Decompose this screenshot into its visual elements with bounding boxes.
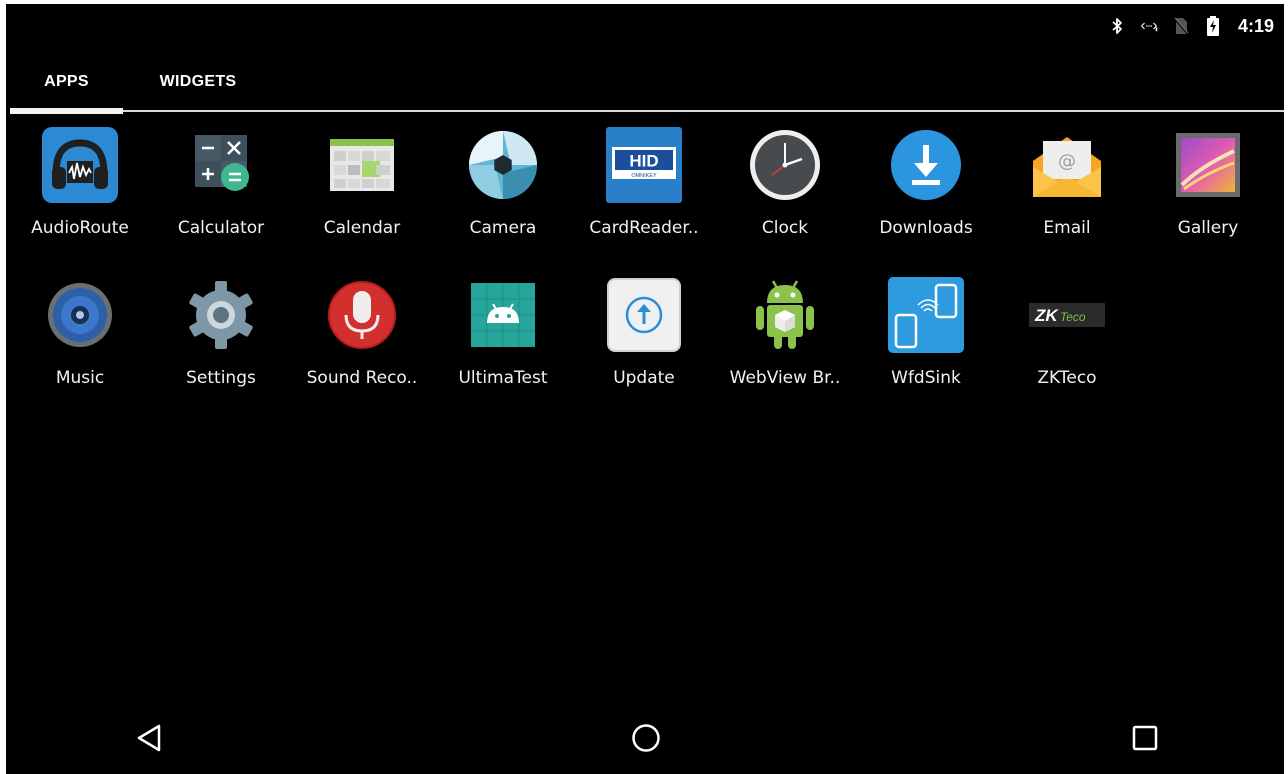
app-calculator[interactable]: Calculator <box>151 122 291 262</box>
app-camera[interactable]: Camera <box>433 122 573 262</box>
data-sync-icon <box>1140 17 1158 35</box>
microphone-icon <box>324 277 400 353</box>
recents-button[interactable] <box>1121 714 1169 762</box>
app-sound-recorder[interactable]: Sound Reco.. <box>292 272 432 412</box>
app-label: WebView Br.. <box>729 368 841 388</box>
settings-gear-icon <box>183 277 259 353</box>
app-audioroute[interactable]: AudioRoute <box>10 122 150 262</box>
app-gallery[interactable]: Gallery <box>1138 122 1278 262</box>
calculator-icon <box>183 127 259 203</box>
app-update[interactable]: Update <box>574 272 714 412</box>
update-arrow-icon <box>606 277 682 353</box>
app-label: Email <box>1043 218 1091 238</box>
downloads-icon <box>888 127 964 203</box>
gallery-icon <box>1170 127 1246 203</box>
app-label: Settings <box>186 368 256 388</box>
bluetooth-icon <box>1108 17 1126 35</box>
app-clock[interactable]: Clock <box>715 122 855 262</box>
app-label: Sound Reco.. <box>306 368 418 388</box>
app-label: Camera <box>469 218 537 238</box>
app-label: AudioRoute <box>31 218 129 238</box>
app-calendar[interactable]: Calendar <box>292 122 432 262</box>
app-label: Gallery <box>1177 218 1239 238</box>
home-button[interactable] <box>622 714 670 762</box>
android-app-drawer: 4:19 APPS WIDGETS AudioRoute Calculator … <box>6 4 1284 774</box>
omnikey-brand-text: OMNIKEY <box>631 173 657 179</box>
app-label: UltimaTest <box>458 368 548 388</box>
app-label: Downloads <box>879 218 973 238</box>
tab-apps[interactable]: APPS <box>10 56 123 108</box>
app-label: Clock <box>761 218 809 238</box>
selected-tab-indicator <box>10 108 123 114</box>
app-label: Update <box>613 368 675 388</box>
drawer-tabs: APPS WIDGETS <box>10 56 1284 114</box>
svg-text:@: @ <box>1058 151 1076 172</box>
music-speaker-icon <box>42 277 118 353</box>
email-icon: @ <box>1029 127 1105 203</box>
calendar-icon <box>324 127 400 203</box>
back-button[interactable] <box>125 714 173 762</box>
clock-icon <box>747 127 823 203</box>
battery-charging-icon <box>1204 16 1222 36</box>
hid-brand-text: HID <box>629 152 658 171</box>
camera-icon <box>465 127 541 203</box>
app-downloads[interactable]: Downloads <box>856 122 996 262</box>
app-zkteco[interactable]: ZK Teco ZKTeco <box>997 272 1137 412</box>
app-cardreader[interactable]: HID OMNIKEY CardReader.. <box>574 122 714 262</box>
teco-logo-text: Teco <box>1060 310 1086 324</box>
app-label: Calendar <box>323 218 401 238</box>
app-webview-browser[interactable]: WebView Br.. <box>715 272 855 412</box>
home-circle-icon <box>632 724 660 752</box>
app-music[interactable]: Music <box>10 272 150 412</box>
app-label: WfdSink <box>891 368 961 388</box>
recents-square-icon <box>1132 725 1158 751</box>
app-label: Music <box>55 368 105 388</box>
status-bar: 4:19 <box>1108 4 1274 48</box>
navigation-bar <box>6 702 1284 774</box>
zk-logo-text: ZK <box>1034 306 1059 325</box>
app-ultimatest[interactable]: UltimaTest <box>433 272 573 412</box>
zkteco-logo-icon: ZK Teco <box>1029 277 1105 353</box>
hid-cardreader-icon: HID OMNIKEY <box>606 127 682 203</box>
app-label: CardReader.. <box>589 218 699 238</box>
tab-widgets[interactable]: WIDGETS <box>135 56 261 108</box>
wifi-display-icon <box>888 277 964 353</box>
audioroute-icon <box>42 127 118 203</box>
no-sim-icon <box>1172 17 1190 35</box>
app-label: ZKTeco <box>1037 368 1097 388</box>
app-email[interactable]: @ Email <box>997 122 1137 262</box>
app-label: Calculator <box>177 218 265 238</box>
app-settings[interactable]: Settings <box>151 272 291 412</box>
back-triangle-icon <box>137 724 161 752</box>
status-time: 4:19 <box>1237 15 1274 36</box>
app-wfdsink[interactable]: WfdSink <box>856 272 996 412</box>
android-robot-icon <box>747 277 823 353</box>
android-test-icon <box>465 277 541 353</box>
